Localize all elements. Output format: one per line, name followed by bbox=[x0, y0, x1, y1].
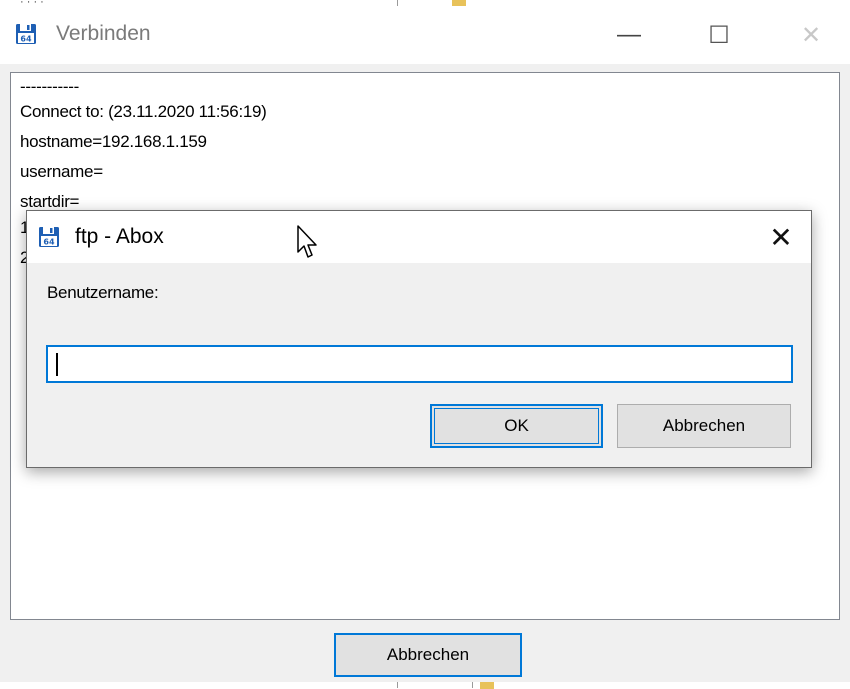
mouse-pointer-icon bbox=[297, 225, 317, 258]
svg-text:64: 64 bbox=[43, 238, 55, 247]
ok-button[interactable]: OK bbox=[430, 404, 603, 448]
dialog-cancel-button[interactable]: Abbrechen bbox=[617, 404, 791, 448]
dialog-close-button[interactable]: ✕ bbox=[759, 217, 803, 257]
dialog-titlebar[interactable]: 64 ftp - Abox ✕ bbox=[27, 211, 811, 263]
log-line: Connect to: (23.11.2020 11:56:19) bbox=[20, 102, 267, 121]
svg-text:64: 64 bbox=[20, 35, 32, 44]
main-titlebar[interactable]: 64 Verbinden — ☐ ✕ bbox=[0, 6, 850, 64]
dialog-title: ftp - Abox bbox=[75, 225, 164, 248]
cancel-button[interactable]: Abbrechen bbox=[334, 633, 522, 677]
floppy-disk-64-icon: 64 bbox=[16, 24, 36, 44]
username-input[interactable] bbox=[46, 345, 793, 383]
username-dialog: 64 ftp - Abox ✕ Benutzername: OK Abbrech… bbox=[26, 210, 812, 468]
floppy-disk-64-icon: 64 bbox=[39, 227, 59, 247]
ok-label: OK bbox=[504, 416, 529, 435]
minimize-button[interactable]: — bbox=[594, 6, 664, 64]
folder-icon bbox=[480, 681, 494, 689]
maximize-button[interactable]: ☐ bbox=[684, 6, 754, 64]
window-title: Verbinden bbox=[56, 22, 151, 45]
log-line: ----------- bbox=[20, 77, 79, 96]
text-caret bbox=[56, 353, 58, 376]
log-line: hostname=192.168.1.159 bbox=[20, 132, 207, 151]
username-label: Benutzername: bbox=[47, 283, 159, 302]
log-line: username= bbox=[20, 162, 103, 181]
close-button[interactable]: ✕ bbox=[776, 6, 846, 64]
